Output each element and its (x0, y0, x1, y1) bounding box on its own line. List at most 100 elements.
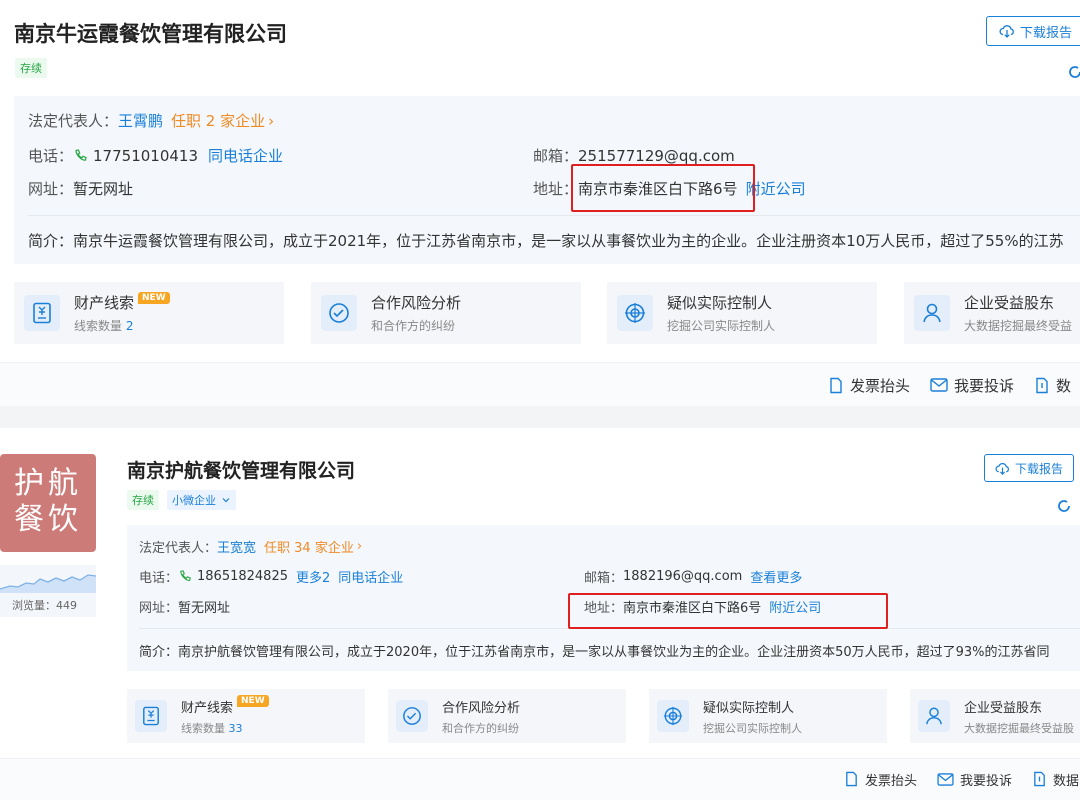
tile-title: 企业受益股东 (964, 294, 1055, 312)
data-button[interactable]: 数据 (1032, 770, 1079, 789)
tile-beneficial-owner[interactable]: 企业受益股东 大数据挖掘最终受益股 (910, 689, 1080, 743)
tile-cooperation-risk[interactable]: 合作风险分析 和合作方的纠纷 (388, 689, 626, 743)
views-trend-sparkline (0, 574, 96, 593)
tile-title: 财产线索 (181, 700, 234, 716)
data-label: 数 (1056, 376, 1072, 395)
clue-count: 33 (228, 721, 243, 735)
action-bar: 发票抬头 我要投诉 数 (0, 362, 1080, 406)
status-badge: 存续 (127, 490, 159, 510)
new-badge: NEW (237, 695, 269, 707)
tile-subtitle: 和合作方的纠纷 (442, 721, 519, 735)
tile-subtitle: 挖掘公司实际控制人 (667, 319, 776, 333)
complaint-button[interactable]: 我要投诉 (937, 770, 1012, 789)
scale-badge[interactable]: 小微企业 (167, 490, 236, 510)
property-clue-icon (135, 700, 167, 732)
invoice-header-button[interactable]: 发票抬头 (828, 375, 910, 396)
website-value: 暂无网址 (73, 180, 134, 198)
tile-cooperation-risk[interactable]: 合作风险分析 和合作方的纠纷 (311, 282, 581, 344)
phone-label: 电话： (28, 147, 74, 165)
views-panel: 浏览量：449 (0, 565, 96, 617)
email-row: 邮箱： 251577129@qq.com (533, 145, 735, 166)
more-phones-link[interactable]: 更多2 (296, 567, 330, 586)
data-button[interactable]: 数 (1034, 375, 1071, 396)
invoice-header-button[interactable]: 发票抬头 (844, 770, 917, 789)
same-phone-link[interactable]: 同电话企业 (338, 567, 403, 586)
document-icon (846, 771, 857, 787)
refresh-icon[interactable] (1057, 498, 1071, 514)
invoice-header-label: 发票抬头 (850, 376, 911, 395)
download-report-button[interactable]: 下载报告 (986, 16, 1080, 46)
tile-subtitle: 挖掘公司实际控制人 (703, 721, 802, 735)
user-icon (914, 295, 950, 331)
tile-subtitle: 线索数量 (181, 721, 229, 735)
email-value[interactable]: 251577129@qq.com (578, 147, 735, 165)
company-logo[interactable]: 护航 餐饮 (0, 454, 96, 552)
legal-rep-link[interactable]: 王宽宽 (217, 537, 256, 556)
address-highlight-box (571, 164, 755, 212)
tile-title: 合作风险分析 (371, 294, 462, 312)
tile-title: 合作风险分析 (442, 700, 521, 716)
company-card-1: 南京牛运霞餐饮管理有限公司 存续 下载报告 法定代表人： 王霄鹏 任职 2 家企… (0, 0, 1080, 406)
download-report-label: 下载报告 (1020, 25, 1073, 41)
handshake-icon (396, 700, 428, 732)
cloud-download-icon (999, 25, 1014, 38)
email-label: 邮箱： (584, 571, 624, 586)
positions-link[interactable]: 任职 34 家企业 (264, 537, 354, 556)
tile-property-clues[interactable]: 财产线索 NEW 线索数量 2 (14, 282, 284, 344)
legal-rep-link[interactable]: 王霄鹏 (118, 110, 163, 131)
new-badge: NEW (138, 291, 170, 304)
tile-actual-controller[interactable]: 疑似实际控制人 挖掘公司实际控制人 (649, 689, 887, 743)
company-name[interactable]: 南京护航餐饮管理有限公司 (127, 456, 355, 483)
chevron-down-icon (222, 498, 230, 503)
tile-actual-controller[interactable]: 疑似实际控制人挖掘公司实际控制人 (607, 282, 877, 344)
same-phone-link[interactable]: 同电话企业 (208, 145, 283, 166)
website-row: 网址： 暂无网址 (28, 178, 133, 199)
download-report-button[interactable]: 下载报告 (984, 454, 1075, 482)
views-count: 浏览量：449 (12, 599, 77, 612)
phone-label: 电话： (139, 571, 179, 586)
tile-title: 疑似实际控制人 (703, 700, 795, 716)
mail-icon (930, 378, 948, 392)
email-label: 邮箱： (533, 147, 579, 165)
tile-title: 疑似实际控制人 (667, 294, 773, 312)
tile-beneficial-owner[interactable]: 企业受益股东大数据挖掘最终受益 (904, 282, 1080, 344)
legal-rep-row: 法定代表人： 王宽宽 任职 34 家企业 › (139, 537, 362, 556)
clue-count: 2 (125, 319, 134, 333)
complaint-button[interactable]: 我要投诉 (930, 375, 1014, 396)
handshake-icon (321, 295, 357, 331)
logo-text-line-2: 餐饮 (14, 502, 82, 537)
logo-text-line-1: 护航 (14, 466, 82, 501)
complaint-label: 我要投诉 (960, 773, 1013, 789)
data-label: 数据 (1053, 773, 1080, 789)
company-name[interactable]: 南京牛运霞餐饮管理有限公司 (14, 18, 287, 48)
property-clue-icon (24, 295, 60, 331)
invoice-header-label: 发票抬头 (865, 773, 918, 789)
phone-value: 18651824825 (197, 569, 288, 584)
website-label: 网址： (28, 180, 74, 198)
tile-subtitle: 线索数量 (74, 319, 126, 333)
data-doc-icon (1036, 377, 1048, 393)
document-icon (830, 377, 842, 393)
tile-title: 财产线索 (74, 294, 135, 312)
scale-label: 小微企业 (172, 494, 216, 507)
phone-icon (75, 148, 87, 161)
legal-rep-row: 法定代表人： 王霄鹏 任职 2 家企业 › (28, 110, 274, 131)
phone-row: 电话： 17751010413 同电话企业 (28, 145, 283, 166)
website-label: 网址： (139, 601, 179, 616)
email-row: 邮箱： 1882196@qq.com 查看更多 (584, 567, 802, 586)
refresh-icon[interactable] (1068, 64, 1080, 80)
mail-icon (937, 772, 954, 786)
target-icon (617, 295, 653, 331)
phone-icon (180, 570, 191, 581)
see-more-link[interactable]: 查看更多 (750, 567, 802, 586)
company-card-2: 护航 餐饮 浏览量：449 南京护航餐饮管理有限公司 存续 小微企业 下载报告 … (0, 428, 1080, 810)
email-value[interactable]: 1882196@qq.com (623, 569, 742, 584)
tile-subtitle: 大数据挖掘最终受益股 (964, 721, 1074, 735)
chevron-right-icon: › (356, 539, 363, 554)
positions-link[interactable]: 任职 2 家企业 (171, 110, 265, 131)
tile-property-clues[interactable]: 财产线索 NEW 线索数量 33 (127, 689, 365, 743)
status-badge: 存续 (15, 58, 47, 78)
tile-subtitle: 大数据挖掘最终受益 (964, 319, 1073, 333)
basic-info-panel: 法定代表人： 王霄鹏 任职 2 家企业 › 电话： 17751010413 同电… (14, 96, 1080, 264)
legal-rep-label: 法定代表人： (28, 112, 119, 130)
